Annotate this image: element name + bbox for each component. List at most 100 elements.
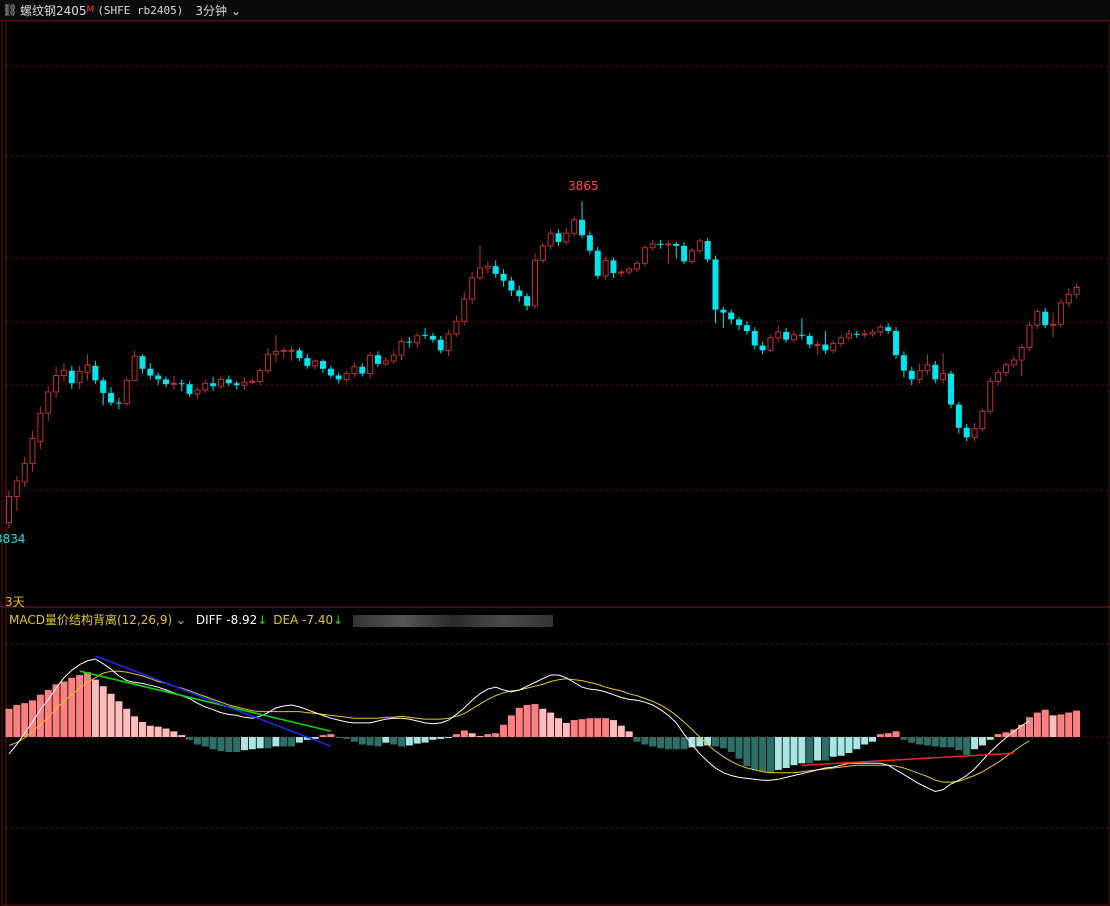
candle-body [594, 250, 601, 276]
candle-body [1018, 346, 1025, 361]
candle-body [304, 358, 311, 366]
macd-histogram-bar [272, 737, 280, 747]
candle-body [736, 319, 743, 326]
candle-body [335, 375, 342, 380]
macd-histogram-bar [515, 707, 523, 737]
candle-body [853, 333, 860, 335]
candle-body [500, 273, 507, 281]
candle-body [115, 402, 122, 404]
macd-histogram-bar [248, 737, 256, 750]
macd-histogram-bar [562, 722, 570, 737]
candle-body [484, 265, 491, 269]
candle-body [492, 266, 499, 274]
instrument-name[interactable]: 螺纹钢2405 [20, 2, 87, 19]
candle-body [406, 341, 413, 343]
period-label: 3分钟 [195, 3, 228, 18]
candle-body [602, 259, 609, 277]
macd-histogram-bar [476, 736, 484, 738]
candle-body [822, 344, 829, 351]
chart-canvas[interactable] [0, 20, 1110, 906]
period-selector[interactable]: 3分钟 ⌄ [195, 2, 241, 19]
candle-body [508, 280, 515, 291]
macd-histogram-bar [288, 737, 296, 747]
macd-histogram-bar [814, 737, 822, 761]
candle-body [908, 370, 915, 380]
candle-body [814, 344, 821, 347]
candle-body [775, 331, 782, 339]
macd-histogram-bar [484, 734, 492, 737]
candle-body [312, 360, 319, 367]
candle-body [178, 383, 185, 385]
macd-histogram-bar [319, 735, 327, 737]
candle-body [429, 335, 436, 340]
divergence-line-blue [95, 655, 332, 747]
candle-body [76, 371, 83, 383]
candle-body [688, 250, 695, 262]
candle-body [249, 380, 256, 383]
candle-body [202, 382, 209, 391]
link-icon[interactable]: ⛓ [0, 3, 20, 17]
candle-body [131, 355, 138, 381]
macd-histogram-bar [586, 718, 594, 737]
macd-histogram-bar [21, 703, 29, 737]
macd-histogram-bar [782, 737, 790, 769]
macd-histogram-bar [429, 737, 437, 740]
candle-body [186, 384, 193, 394]
candle-body [37, 412, 44, 442]
candle-body [163, 379, 169, 385]
candle-body [1026, 324, 1033, 348]
macd-histogram-bar [327, 734, 335, 737]
macd-histogram-bar [617, 725, 625, 737]
low-price-label: 3834 [0, 532, 26, 547]
candle-body [1050, 323, 1057, 326]
candle-body [791, 334, 797, 341]
candle-body [210, 383, 217, 387]
macd-histogram-bar [44, 690, 52, 737]
indicator-chevron-icon[interactable]: ⌄ [176, 613, 186, 627]
chevron-down-icon: ⌄ [230, 3, 241, 18]
macd-histogram-bar [154, 726, 162, 737]
candle-body [374, 355, 381, 364]
macd-histogram-bar [115, 701, 123, 737]
chart-frame [1, 20, 1110, 906]
macd-histogram-bar [201, 737, 209, 747]
macd-histogram-bar [876, 734, 884, 737]
candle-body [877, 326, 884, 333]
macd-histogram-bar [36, 694, 44, 737]
dea-arrow: ↓ [333, 613, 344, 627]
candle-body [123, 379, 130, 405]
indicator-name[interactable]: MACD量价结构背离(12,26,9) [9, 613, 172, 627]
dea-value: DEA -7.40 [273, 613, 334, 627]
macd-histogram-bar [947, 737, 955, 748]
obscured-values [353, 614, 553, 627]
macd-histogram-bar [398, 737, 405, 747]
macd-histogram-bar [845, 737, 853, 753]
candle-body [783, 331, 790, 340]
macd-histogram-bar [452, 734, 460, 737]
macd-histogram-bar [837, 737, 845, 756]
macd-histogram-bar [821, 737, 829, 761]
candle-body [422, 334, 429, 336]
macd-histogram-bar [170, 731, 178, 737]
candle-body [53, 375, 60, 393]
macd-histogram-bar [649, 737, 657, 747]
macd-histogram-bar [500, 724, 508, 737]
macd-histogram-bar [1065, 712, 1073, 737]
diff-arrow: ↓ [257, 613, 268, 627]
candle-body [673, 243, 680, 246]
candle-body [29, 437, 36, 465]
candle-body [437, 339, 444, 351]
macd-histogram-bar [759, 737, 767, 772]
macd-histogram-bar [994, 734, 1002, 737]
candle-body [155, 375, 162, 380]
candle-body [885, 327, 892, 332]
macd-histogram-bar [186, 737, 194, 740]
macd-histogram-bar [735, 737, 743, 759]
candle-body [147, 368, 154, 376]
candle-body [869, 331, 876, 335]
candle-body [1065, 293, 1072, 304]
candle-body [351, 366, 358, 375]
macd-histogram-bar [366, 737, 374, 746]
candle-body [940, 373, 947, 380]
candle-body [390, 354, 397, 362]
